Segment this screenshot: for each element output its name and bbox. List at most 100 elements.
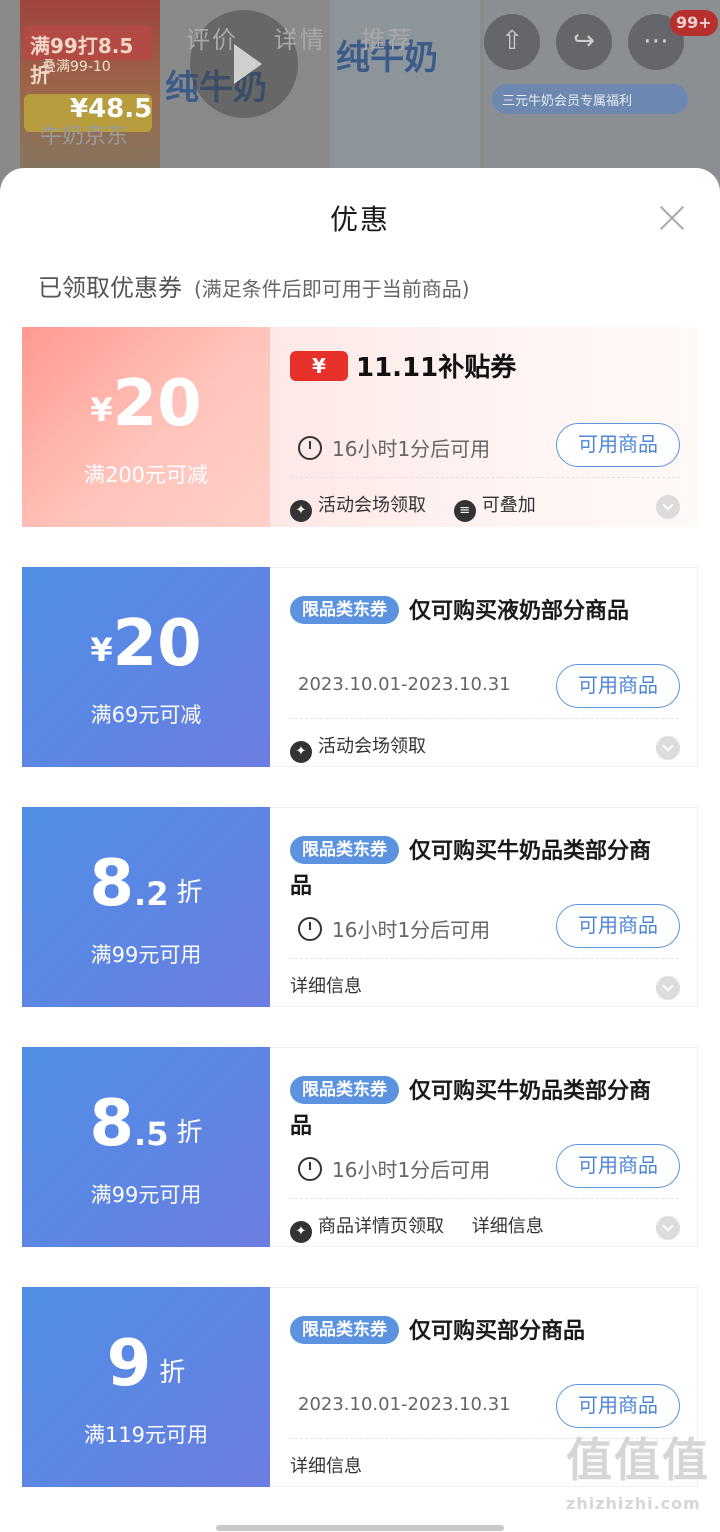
source-text: 活动会场领取 [318,495,426,516]
amount-decimal: .5 [134,1115,169,1153]
coupon-card: 8.2 折 满99元可用 限品类东券 仅可购买牛奶品类部分商品 16小时1分后可用 … [22,807,698,1007]
coupon-value-panel: 8.2 折 满99元可用 [22,807,270,1007]
chevron-down-icon[interactable] [656,736,680,760]
coupon-meta: ✦ 活动会场领取 ≡ 可叠加 [290,491,558,522]
coupon-card: 8.5 折 满99元可用 限品类东券 仅可购买牛奶品类部分商品 16小时1分后可用 … [22,1047,698,1247]
coupon-condition: 满69元可减 [90,703,202,727]
clock-icon [298,917,322,941]
amount-decimal: .2 [134,875,169,913]
coupon-info-panel: 限品类东券 仅可购买液奶部分商品 2023.10.01-2023.10.31 可用… [270,567,698,767]
available-products-button[interactable]: 可用商品 [556,1384,680,1428]
coupon-info-panel: 限品类东券 仅可购买牛奶品类部分商品 16小时1分后可用 可用商品 ✦ 商品详情页领… [270,1047,698,1247]
amount-number: 8 [89,1087,135,1161]
coupon-sheet: 优惠 已领取优惠券 (满足条件后即可用于当前商品) ¥20 满200元可减 ¥11… [0,168,720,1532]
amount-unit: 折 [159,1358,186,1388]
tab-reviews: 评价 [186,26,238,54]
tab-details: 详情 [273,26,326,54]
coupon-title: 限品类东券 仅可购买部分商品 [290,1314,670,1349]
coupon-title-text: 仅可购买液奶部分商品 [409,599,630,624]
coupon-value-panel: 8.5 折 满99元可用 [22,1047,270,1247]
category-tag: 限品类东券 [290,596,399,624]
source-tag: ✦ 商品详情页领取 [290,1216,444,1243]
amount-unit: 折 [176,878,203,908]
chevron-down-icon[interactable] [656,495,680,519]
section-title: 已领取优惠券 [38,274,182,302]
stack-icon: ≡ [453,500,476,522]
divider [290,958,679,959]
coupon-amount: ¥20 [22,369,270,455]
coupon-condition: 满99元可用 [90,943,202,967]
forward-icon: ↪ [556,14,612,70]
source-text: 活动会场领取 [318,736,426,757]
chevron-down-icon[interactable] [656,1216,680,1240]
subsidy-label: 11.11补贴券 [356,353,517,383]
source-text: 商品详情页领取 [318,1216,444,1237]
coupon-condition: 满119元可用 [83,1423,209,1447]
available-products-button[interactable]: 可用商品 [556,1144,680,1188]
site-watermark: 值值值 zhizhizhi.com [566,1424,716,1532]
close-icon[interactable] [656,202,688,234]
clock-icon [298,1157,322,1181]
promo-line-2: 叠满99-10 [42,59,111,75]
ticket-icon: ✦ [290,1221,312,1243]
coupon-amount: 9折 [22,1329,270,1415]
category-tag: 限品类东券 [290,836,399,864]
validity: 16小时1分后可用 [298,1154,490,1183]
source-tag: ✦ 活动会场领取 [290,736,426,763]
coupon-condition: 满200元可减 [83,463,209,487]
watermark-logo: 值值值 [566,1433,710,1487]
coupon-value-panel: ¥20 满69元可减 [22,567,270,767]
coupon-meta: 详细信息 [290,972,384,998]
coupon-info-panel: ¥11.11补贴券 16小时1分后可用 可用商品 ✦ 活动会场领取 ≡ 可叠加 [270,327,698,527]
coupon-amount: 8.5 折 [22,1089,270,1175]
share-icon: ⇧ [484,14,540,70]
coupon-condition: 满99元可用 [90,1183,202,1207]
section-note: (满足条件后即可用于当前商品) [194,277,470,301]
amount-currency: ¥ [90,631,113,669]
coupon-title-text: 仅可购买部分商品 [409,1319,586,1344]
divider [290,718,679,719]
validity-dates: 2023.10.01-2023.10.31 [298,674,511,695]
details-link[interactable]: 详细信息 [290,976,362,997]
tab-recommend: 推荐 [361,26,414,54]
details-link[interactable]: 详细信息 [472,1216,544,1237]
watermark-url: zhizhizhi.com [566,1494,701,1513]
divider [290,1198,679,1199]
home-indicator[interactable] [216,1525,504,1531]
member-banner: 三元牛奶会员专属福利 [492,84,688,114]
amount-number: 9 [106,1327,152,1401]
validity-text: 16小时1分后可用 [332,437,491,461]
divider [290,477,680,478]
source-tag: ✦ 活动会场领取 [290,495,426,522]
coupon-value-panel: 9折 满119元可用 [22,1287,270,1487]
coupon-meta: ✦ 活动会场领取 [290,732,448,763]
sheet-title: 优惠 [329,203,390,236]
details-link[interactable]: 详细信息 [290,1456,362,1477]
yen-icon: ¥ [290,350,348,381]
product-tabs: 评价 详情 推荐 [186,20,439,55]
available-products-button[interactable]: 可用商品 [556,904,680,948]
stackable-text: 可叠加 [481,495,536,516]
coupon-meta: 详细信息 [290,1452,384,1478]
validity: 16小时1分后可用 [298,914,490,943]
coupon-amount: 8.2 折 [22,849,270,935]
promo-line-1: 满99打8.5折 [24,26,152,87]
amount-number: 20 [112,607,202,681]
chevron-down-icon[interactable] [656,976,680,1000]
amount-currency: ¥ [90,391,113,429]
coupon-card: ¥20 满69元可减 限品类东券 仅可购买液奶部分商品 2023.10.01-20… [22,567,698,767]
validity-text: 16小时1分后可用 [332,918,491,942]
subsidy-logo: ¥11.11补贴券 [290,347,516,387]
cart-badge: 99+ [670,10,718,36]
available-products-button[interactable]: 可用商品 [556,664,680,708]
clock-icon [298,436,322,460]
coupon-amount: ¥20 [22,609,270,695]
ticket-icon: ✦ [290,500,312,522]
amount-unit: 折 [176,1118,203,1148]
coupon-title: 限品类东券 仅可购买牛奶品类部分商品 [290,834,670,904]
validity-text: 16小时1分后可用 [332,1158,491,1182]
available-products-button[interactable]: 可用商品 [556,423,680,467]
coupon-value-panel: ¥20 满200元可减 [22,327,270,527]
coupon-meta: ✦ 商品详情页领取 详细信息 [290,1212,566,1243]
sub-tabs: 牛奶京东 [40,124,129,149]
